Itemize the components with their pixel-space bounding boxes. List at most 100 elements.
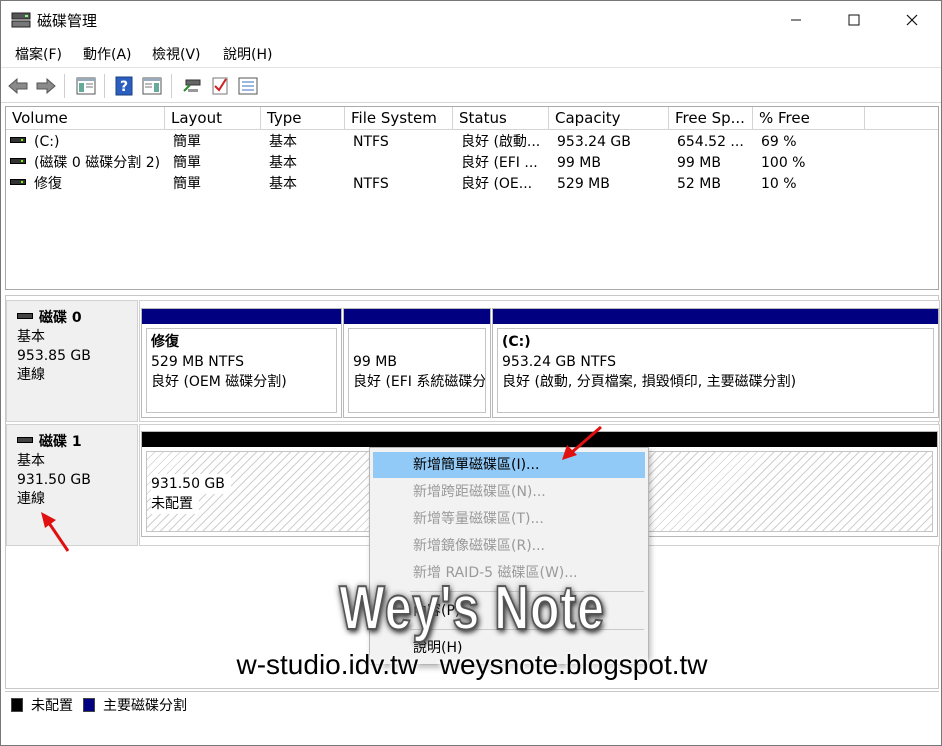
close-button[interactable] xyxy=(883,1,941,39)
volume-status: 良好 (EFI ... xyxy=(461,155,538,171)
toolbar-separator xyxy=(104,74,105,98)
volume-free-space: 99 MB xyxy=(677,155,721,171)
properties-button[interactable] xyxy=(141,75,163,97)
volume-icon xyxy=(10,137,26,143)
menu-new-spanned-volume[interactable]: 新增跨距磁碟區(N)... xyxy=(373,479,645,505)
disk-management-app-icon xyxy=(11,12,31,28)
toolbar-separator xyxy=(64,74,65,98)
disk-type: 基本 xyxy=(17,453,45,469)
partition-efi[interactable]: 99 MB 良好 (EFI 系統磁碟分割) xyxy=(343,308,491,418)
volume-name: (磁碟 0 磁碟分割 2) xyxy=(34,155,161,171)
partition-status: 良好 (啟動, 分頁檔案, 損毀傾印, 主要磁碟分割) xyxy=(502,374,797,390)
volume-file-system: NTFS xyxy=(353,134,389,150)
forward-button[interactable] xyxy=(35,75,57,97)
volume-file-system: NTFS xyxy=(353,176,389,192)
disk-0-partitions: 修復 529 MB NTFS 良好 (OEM 磁碟分割) 99 MB 良好 (E… xyxy=(139,300,940,422)
menu-help[interactable]: 說明(H) xyxy=(223,44,272,64)
menu-bar: 檔案(F) 動作(A) 檢視(V) 說明(H) xyxy=(1,39,941,67)
console-tree-button[interactable] xyxy=(75,75,97,97)
volume-free-space: 654.52 ... xyxy=(677,134,744,150)
check-button[interactable] xyxy=(209,75,231,97)
disk-size: 953.85 GB xyxy=(17,348,91,364)
legend-swatch-unallocated xyxy=(11,698,23,712)
partition-color-bar xyxy=(493,309,938,324)
connect-button[interactable] xyxy=(181,75,203,97)
menu-view[interactable]: 檢視(V) xyxy=(152,44,201,64)
partition-recovery[interactable]: 修復 529 MB NTFS 良好 (OEM 磁碟分割) xyxy=(141,308,342,418)
partition-size: 953.24 GB NTFS xyxy=(502,354,617,370)
volume-name: 修復 xyxy=(34,176,62,192)
console-tree-icon xyxy=(76,77,96,95)
disk-management-window: 磁碟管理 檔案(F) 動作(A) 檢視(V) 說明(H) ? Volume La… xyxy=(0,0,942,746)
maximize-icon xyxy=(848,14,860,26)
properties-icon xyxy=(142,77,162,95)
legend-label-unallocated: 未配置 xyxy=(31,698,73,714)
menu-new-striped-volume[interactable]: 新增等量磁碟區(T)... xyxy=(373,506,645,532)
disk-icon xyxy=(17,313,33,319)
volume-percent-free: 69 % xyxy=(761,134,797,150)
connect-icon xyxy=(183,79,201,92)
partition-color-bar xyxy=(142,309,341,324)
volume-percent-free: 10 % xyxy=(761,176,797,192)
legend-swatch-primary xyxy=(83,698,95,712)
check-icon xyxy=(212,77,228,95)
back-button[interactable] xyxy=(7,75,29,97)
volume-layout: 簡單 xyxy=(173,134,201,150)
help-icon: ? xyxy=(115,76,133,96)
help-button[interactable]: ? xyxy=(113,75,135,97)
partition-name xyxy=(353,332,485,352)
column-header-layout[interactable]: Layout xyxy=(165,107,261,130)
toolbar-separator xyxy=(171,74,172,98)
column-header-filler xyxy=(865,107,938,130)
volume-icon xyxy=(10,158,26,164)
legend-bar: 未配置 主要磁碟分割 xyxy=(5,691,939,717)
menu-new-mirrored-volume[interactable]: 新增鏡像磁碟區(R)... xyxy=(373,533,645,559)
toolbar: ? xyxy=(1,67,941,103)
disk-size: 931.50 GB xyxy=(17,472,91,488)
partition-c[interactable]: (C:) 953.24 GB NTFS 良好 (啟動, 分頁檔案, 損毀傾印, … xyxy=(492,308,939,418)
partition-size: 529 MB NTFS xyxy=(151,354,245,370)
column-header-file-system[interactable]: File System xyxy=(345,107,453,130)
title-bar: 磁碟管理 xyxy=(1,1,941,39)
disk-status: 連線 xyxy=(17,491,45,507)
volume-file-system xyxy=(353,153,453,174)
svg-text:?: ? xyxy=(120,79,128,95)
column-header-status[interactable]: Status xyxy=(453,107,549,130)
volume-type: 基本 xyxy=(269,134,297,150)
maximize-button[interactable] xyxy=(825,1,883,39)
partition-size: 99 MB xyxy=(353,354,397,370)
volume-icon xyxy=(10,179,26,185)
watermark-urls: w-studio.idv.tw weysnote.blogspot.tw xyxy=(236,649,708,680)
legend-label-primary: 主要磁碟分割 xyxy=(103,698,187,714)
partition-status: 良好 (EFI 系統磁碟分割) xyxy=(353,374,486,390)
list-icon xyxy=(238,77,258,95)
menu-file[interactable]: 檔案(F) xyxy=(15,44,62,64)
partition-color-bar xyxy=(344,309,490,324)
volume-percent-free: 100 % xyxy=(761,155,806,171)
close-icon xyxy=(906,14,918,26)
volume-type: 基本 xyxy=(269,155,297,171)
volume-status: 良好 (啟動... xyxy=(461,134,541,150)
disk-icon xyxy=(17,437,33,443)
annotation-arrow-icon xyxy=(562,425,602,460)
partition-status: 良好 (OEM 磁碟分割) xyxy=(151,374,287,390)
minimize-icon xyxy=(791,19,801,21)
back-arrow-icon xyxy=(8,78,28,94)
disk-name: 磁碟 0 xyxy=(39,310,82,326)
column-header-free-space[interactable]: Free Sp... xyxy=(669,107,753,130)
column-header-percent-free[interactable]: % Free xyxy=(753,107,865,130)
volume-type: 基本 xyxy=(269,176,297,192)
window-title: 磁碟管理 xyxy=(37,12,98,30)
disk-type: 基本 xyxy=(17,329,45,345)
column-header-type[interactable]: Type xyxy=(261,107,345,130)
list-button[interactable] xyxy=(237,75,259,97)
menu-action[interactable]: 動作(A) xyxy=(83,44,132,64)
annotation-arrow-icon xyxy=(41,512,70,552)
minimize-button[interactable] xyxy=(767,1,825,39)
column-header-capacity[interactable]: Capacity xyxy=(549,107,669,130)
volume-capacity: 953.24 GB xyxy=(557,134,631,150)
disk-0-label[interactable]: 磁碟 0 基本 953.85 GB 連線 xyxy=(6,300,138,422)
partition-name: 修復 xyxy=(151,334,179,350)
column-header-volume[interactable]: Volume xyxy=(6,107,165,130)
partition-color-bar xyxy=(142,432,937,447)
